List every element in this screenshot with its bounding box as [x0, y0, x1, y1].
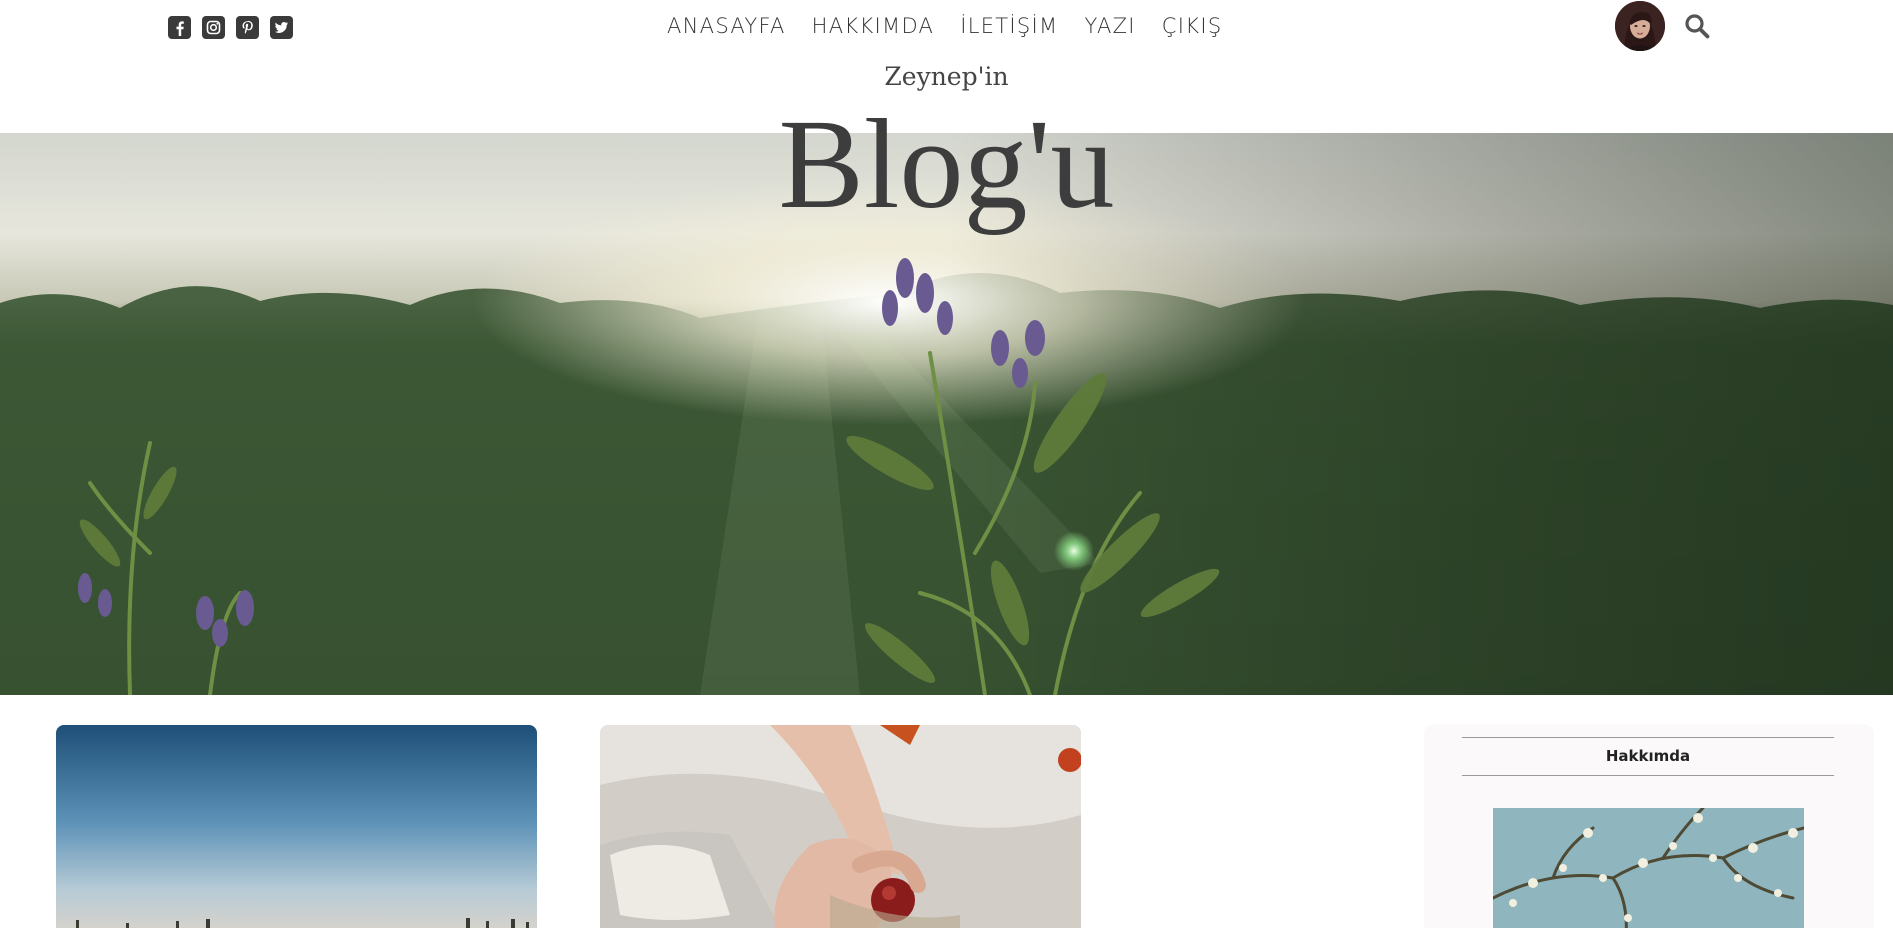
nav-item-cikis[interactable]: ÇIKIŞ: [1162, 10, 1223, 42]
page: ANASAYFA HAKKIMDA İLETİŞİM YAZI ÇIKIŞ Ze…: [0, 0, 1893, 928]
post-card-image[interactable]: [600, 725, 1081, 928]
widget-title: Hakkımda: [1462, 737, 1834, 776]
twitter-icon[interactable]: [270, 16, 293, 39]
nav-item-yazi[interactable]: YAZI: [1084, 10, 1135, 42]
nav-item-anasayfa[interactable]: ANASAYFA: [667, 10, 786, 42]
main-nav: ANASAYFA HAKKIMDA İLETİŞİM YAZI ÇIKIŞ: [667, 10, 1222, 42]
pinterest-icon[interactable]: [236, 16, 259, 39]
avatar[interactable]: [1615, 1, 1665, 51]
blog-subtitle: Zeynep'in: [884, 62, 1009, 91]
nav-item-hakkimda[interactable]: HAKKIMDA: [812, 10, 935, 42]
instagram-icon[interactable]: [202, 16, 225, 39]
sidebar: Hakkımda: [1424, 724, 1874, 928]
facebook-icon[interactable]: [168, 16, 191, 39]
post-card-image[interactable]: [56, 725, 537, 928]
nav-item-iletisim[interactable]: İLETİŞİM: [960, 10, 1058, 42]
blog-title[interactable]: Blog'u: [0, 94, 1893, 234]
social-links: [168, 16, 293, 39]
about-image: [1493, 808, 1804, 928]
search-icon[interactable]: [1684, 13, 1710, 39]
